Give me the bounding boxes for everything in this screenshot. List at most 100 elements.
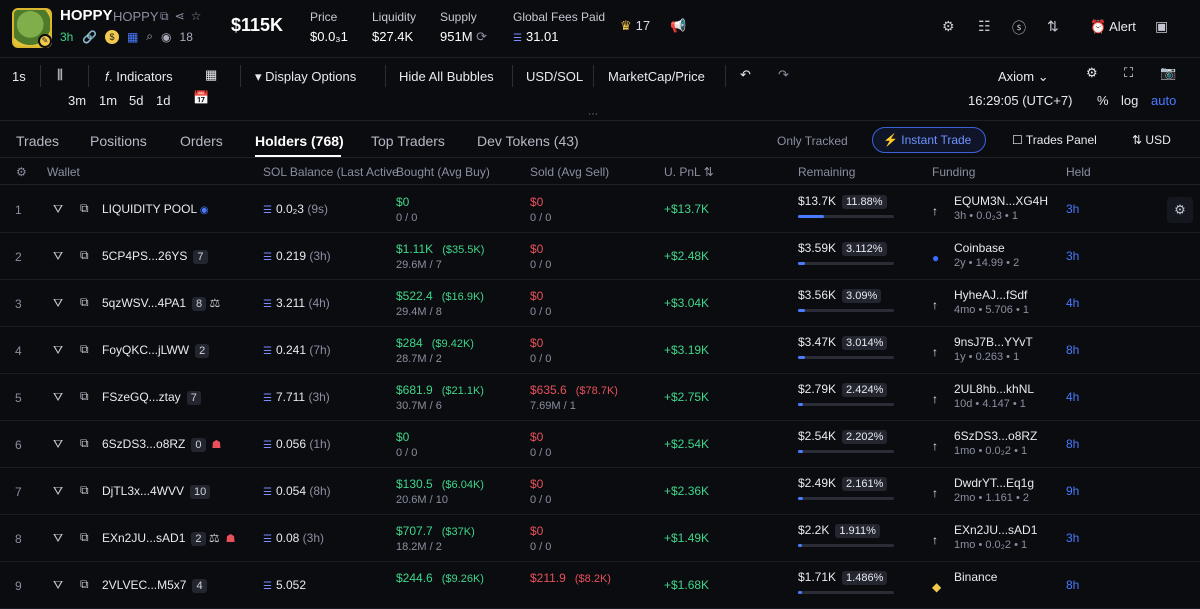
wallet-address[interactable]: FSzeGQ...ztay 7 — [102, 390, 201, 405]
external-link-icon[interactable]: ⧉ — [80, 389, 89, 404]
external-link-icon[interactable]: ⧉ — [80, 436, 89, 451]
usd-sol-toggle[interactable]: USD/SOL — [526, 69, 583, 84]
table-row[interactable]: 3 ⛛ ⧉ 5qzWSV...4PA1 8 ⚖ ☰ 3.211 (4h) $522.4 ($1… — [0, 280, 1200, 327]
filter-icon[interactable]: ⛛ — [53, 437, 63, 452]
trades-panel-toggle[interactable]: ☐ Trades Panel — [1012, 133, 1097, 147]
table-row[interactable]: 9 ⛛ ⧉ 2VLVEC...M5x7 4 ☰ 5.052 $244.6 ($9.26K) $2… — [0, 562, 1200, 609]
fullscreen-icon[interactable]: ⛶ — [1124, 65, 1133, 81]
table-row[interactable]: 2 ⛛ ⧉ 5CP4PS...26YS 7 ☰ 0.219 (3h) $1.11K ($35.… — [0, 233, 1200, 280]
table-row[interactable]: 4 ⛛ ⧉ FoyQKC...jLWW 2 ☰ 0.241 (7h) $284 ($9.42K… — [0, 327, 1200, 374]
megaphone-icon[interactable]: 📢 — [670, 18, 686, 34]
marketcap-price-toggle[interactable]: MarketCap/Price — [608, 69, 705, 84]
filter-icon[interactable]: ⛛ — [53, 390, 63, 405]
table-row[interactable]: 8 ⛛ ⧉ EXn2JU...sAD1 2 ⚖ ☗ ☰ 0.08 (3h) $707.7 ($… — [0, 515, 1200, 562]
col-sol-balance[interactable]: SOL Balance (Last Active) — [263, 165, 399, 179]
hide-bubbles-button[interactable]: Hide All Bubbles — [399, 69, 494, 84]
display-options-button[interactable]: ▾ Display Options — [255, 69, 356, 85]
settings-side-icon[interactable]: ⚙ — [1167, 197, 1193, 223]
chart-settings-icon[interactable]: ⚙ — [1086, 65, 1098, 81]
external-link-icon[interactable]: ⧉ — [80, 530, 89, 545]
axiom-select[interactable]: Axiom ⌄ — [998, 69, 1049, 85]
range-3m[interactable]: 3m — [68, 93, 86, 108]
refresh-icon[interactable]: ⟳ — [476, 29, 487, 44]
funding-source[interactable]: 2UL8hb...khNL — [954, 382, 1034, 396]
copy-icon[interactable]: ⧉ — [160, 9, 169, 24]
funding-source[interactable]: Coinbase — [954, 241, 1005, 255]
col-bought[interactable]: Bought (Avg Buy) — [396, 165, 490, 179]
undo-icon[interactable]: ↶ — [740, 67, 751, 83]
filter-icon[interactable]: ⛛ — [53, 249, 63, 264]
external-link-icon[interactable]: ⧉ — [80, 295, 89, 310]
search-icon[interactable]: ⌕ — [146, 29, 153, 44]
external-link-icon[interactable]: ⧉ — [80, 577, 89, 592]
list-icon[interactable]: ☷ — [978, 18, 991, 35]
panel-icon[interactable]: ▣ — [1155, 18, 1168, 35]
wallet-address[interactable]: 2VLVEC...M5x7 4 — [102, 578, 207, 593]
tab-orders[interactable]: Orders — [180, 133, 223, 149]
wallet-address[interactable]: LIQUIDITY POOL ◉ — [102, 202, 209, 216]
range-1m[interactable]: 1m — [99, 93, 117, 108]
coin-icon[interactable]: $ — [104, 29, 119, 44]
candle-type-icon[interactable]: ⫼ — [57, 67, 63, 83]
star-icon[interactable]: ☆ — [191, 9, 202, 24]
tab-top-traders[interactable]: Top Traders — [371, 133, 445, 149]
instant-trade-button[interactable]: ⚡ Instant Trade — [872, 127, 986, 153]
wallet-address[interactable]: FoyQKC...jLWW 2 — [102, 343, 210, 358]
external-link-icon[interactable]: ⧉ — [80, 483, 89, 498]
percent-toggle[interactable]: % — [1097, 93, 1109, 108]
dollar-circle-icon[interactable]: ⓢ — [1012, 18, 1026, 38]
tab-holders[interactable]: Holders (768) — [255, 133, 344, 149]
redo-icon[interactable]: ↷ — [778, 67, 789, 83]
table-row[interactable]: 1 ⛛ ⧉ LIQUIDITY POOL ◉ ☰ 0.0₂3 (9s) $0 0 / 0 $0 0… — [0, 186, 1200, 233]
wallet-address[interactable]: EXn2JU...sAD1 2 ⚖ ☗ — [102, 531, 235, 546]
share-icon[interactable]: ⋖ — [175, 9, 185, 24]
col-sold[interactable]: Sold (Avg Sell) — [530, 165, 609, 179]
camera-icon[interactable]: 📷 — [1160, 65, 1176, 81]
link-icon[interactable]: 🔗 — [82, 30, 97, 44]
resize-handle[interactable]: ⋯ — [588, 109, 598, 120]
range-5d[interactable]: 5d — [129, 93, 143, 108]
external-link-icon[interactable]: ⧉ — [80, 342, 89, 357]
tab-trades[interactable]: Trades — [16, 133, 59, 149]
filter-icon[interactable]: ⛛ — [53, 531, 63, 546]
table-row[interactable]: 5 ⛛ ⧉ FSzeGQ...ztay 7 ☰ 7.711 (3h) $681.9 ($21.… — [0, 374, 1200, 421]
layout-icon[interactable]: ▦ — [205, 67, 217, 83]
table-settings-icon[interactable]: ⚙ — [16, 165, 27, 179]
swap-icon[interactable]: ⇅ — [1047, 18, 1059, 35]
wallet-address[interactable]: 5qzWSV...4PA1 8 ⚖ — [102, 296, 220, 311]
funding-source[interactable]: DwdrYT...Eq1g — [954, 476, 1034, 490]
funding-source[interactable]: EXn2JU...sAD1 — [954, 523, 1037, 537]
funding-source[interactable]: 9nsJ7B...YYvT — [954, 335, 1033, 349]
grid-icon[interactable]: ▦ — [127, 30, 138, 44]
log-toggle[interactable]: log — [1121, 93, 1138, 108]
external-link-icon[interactable]: ⧉ — [80, 248, 89, 263]
table-row[interactable]: 7 ⛛ ⧉ DjTL3x...4WVV 10 ☰ 0.054 (8h) $130.5 ($6.… — [0, 468, 1200, 515]
range-1d[interactable]: 1d — [156, 93, 170, 108]
funding-source[interactable]: HyheAJ...fSdf — [954, 288, 1027, 302]
filter-icon[interactable]: ⛛ — [53, 343, 63, 358]
settings-icon[interactable]: ⚙ — [942, 18, 955, 35]
wallet-address[interactable]: DjTL3x...4WVV 10 — [102, 484, 211, 499]
col-pnl[interactable]: U. PnL ⇅ — [664, 165, 714, 179]
col-remaining[interactable]: Remaining — [798, 165, 855, 179]
funding-source[interactable]: Binance — [954, 570, 997, 584]
table-row[interactable]: 6 ⛛ ⧉ 6SzDS3...o8RZ 0 ☗ ☰ 0.056 (1h) $0 0 / 0 $0 0… — [0, 421, 1200, 468]
clock[interactable]: 16:29:05 (UTC+7) — [968, 93, 1072, 108]
alert-button[interactable]: ⏰ Alert — [1090, 19, 1136, 35]
wallet-address[interactable]: 5CP4PS...26YS 7 — [102, 249, 208, 264]
indicators-button[interactable]: 𝑓. Indicators — [105, 69, 173, 85]
funding-source[interactable]: 6SzDS3...o8RZ — [954, 429, 1037, 443]
interval-select[interactable]: 1s — [12, 69, 26, 84]
funding-source[interactable]: EQUM3N...XG4H — [954, 194, 1048, 208]
tab-positions[interactable]: Positions — [90, 133, 147, 149]
col-held[interactable]: Held — [1066, 165, 1091, 179]
goto-date-icon[interactable]: 📅 — [193, 90, 209, 106]
filter-icon[interactable]: ⛛ — [53, 202, 63, 217]
wallet-address[interactable]: 6SzDS3...o8RZ 0 ☗ — [102, 437, 221, 452]
external-link-icon[interactable]: ⧉ — [80, 201, 89, 216]
tab-dev-tokens[interactable]: Dev Tokens (43) — [477, 133, 579, 149]
auto-toggle[interactable]: auto — [1151, 93, 1176, 108]
currency-toggle[interactable]: ⇅ USD — [1132, 133, 1171, 147]
filter-icon[interactable]: ⛛ — [53, 484, 63, 499]
filter-icon[interactable]: ⛛ — [53, 578, 63, 593]
